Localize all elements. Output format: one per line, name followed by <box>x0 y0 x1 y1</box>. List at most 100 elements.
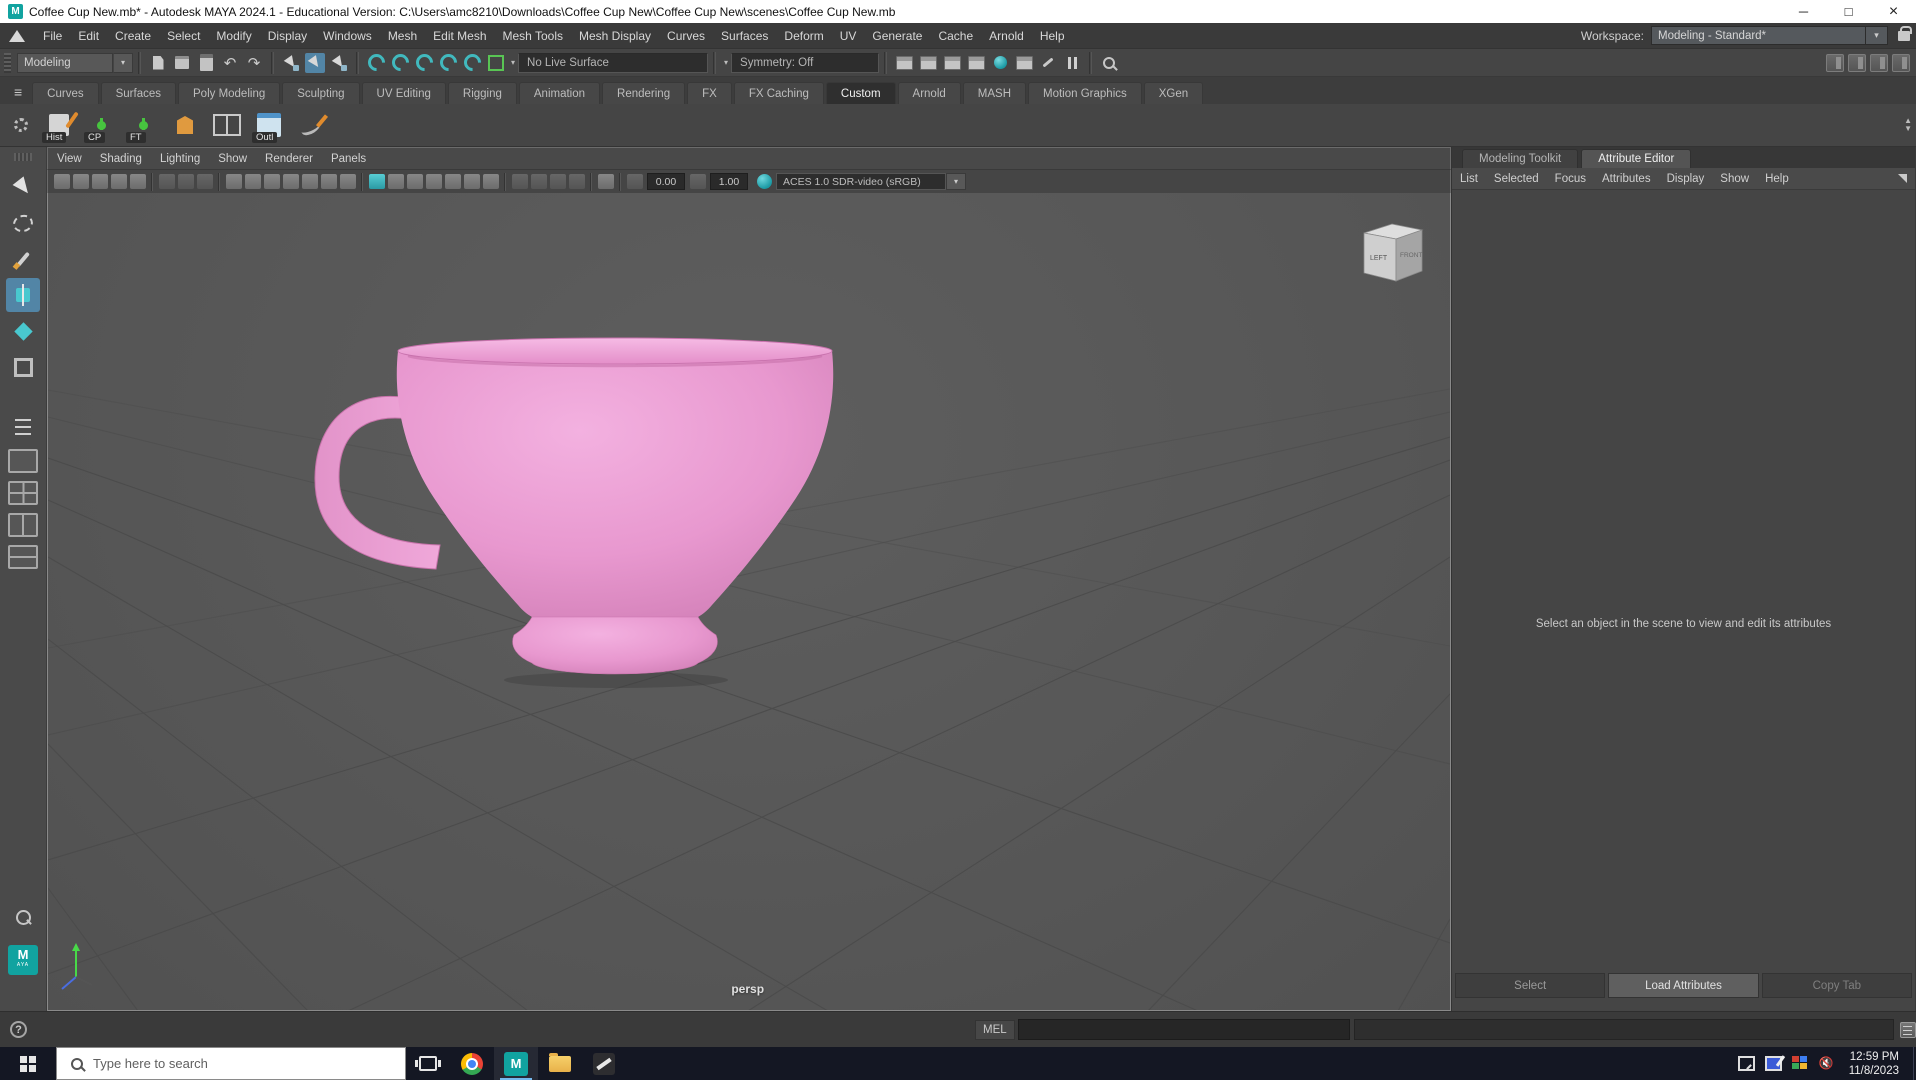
menu-mesh[interactable]: Mesh <box>380 25 425 47</box>
shelf-item-history[interactable]: Hist <box>40 106 78 144</box>
menu-select[interactable]: Select <box>159 25 208 47</box>
shelf-tab-rigging[interactable]: Rigging <box>448 82 517 104</box>
snap-together-icon[interactable] <box>197 174 213 189</box>
load-attributes-button[interactable]: Load Attributes <box>1608 973 1758 998</box>
viewport-menu-view[interactable]: View <box>48 151 91 167</box>
menu-mesh-tools[interactable]: Mesh Tools <box>495 25 571 47</box>
ae-menu-show[interactable]: Show <box>1712 171 1757 187</box>
close-button[interactable]: × <box>1871 0 1916 23</box>
shelf-item-curve[interactable] <box>292 106 330 144</box>
render-settings-icon[interactable] <box>966 53 986 73</box>
shelf-tab-fx-caching[interactable]: FX Caching <box>734 82 824 104</box>
grid-display-icon[interactable] <box>226 174 242 189</box>
live-surface-field[interactable]: No Live Surface <box>518 53 708 73</box>
gamma-icon[interactable] <box>690 174 706 189</box>
view-cube[interactable]: LEFT FRONT <box>1364 224 1422 281</box>
gamma-field[interactable]: 1.00 <box>710 173 748 190</box>
shelf-tab-motion-graphics[interactable]: Motion Graphics <box>1028 82 1142 104</box>
mel-command-input[interactable] <box>1018 1019 1350 1040</box>
start-button[interactable] <box>0 1047 56 1080</box>
film-gate-icon[interactable] <box>245 174 261 189</box>
menu-display[interactable]: Display <box>260 25 315 47</box>
toolbox-grip[interactable] <box>14 153 32 161</box>
select-tool-icon[interactable] <box>6 170 40 204</box>
shelf-tab-rendering[interactable]: Rendering <box>602 82 685 104</box>
color-management-icon[interactable] <box>757 174 772 189</box>
snap-more-icon[interactable]: ▾ <box>511 58 515 67</box>
field-chart-icon[interactable] <box>302 174 318 189</box>
ae-menu-selected[interactable]: Selected <box>1486 171 1547 187</box>
snap-point-icon[interactable] <box>414 53 434 73</box>
snap-projected-center-icon[interactable] <box>438 53 458 73</box>
render-current-frame-icon[interactable] <box>918 53 938 73</box>
hypershade-icon[interactable] <box>990 53 1010 73</box>
wireframe-icon[interactable] <box>388 174 404 189</box>
light-editor-icon[interactable] <box>1014 53 1034 73</box>
shadows-icon[interactable] <box>531 174 547 189</box>
shaded-icon[interactable] <box>407 174 423 189</box>
ae-menu-list[interactable]: List <box>1452 171 1486 187</box>
menu-uv[interactable]: UV <box>832 25 865 47</box>
isolate-select-icon[interactable] <box>598 174 614 189</box>
lighting-all-icon[interactable] <box>512 174 528 189</box>
layout-search-button[interactable] <box>6 900 40 934</box>
menu-generate[interactable]: Generate <box>864 25 930 47</box>
search-input[interactable] <box>91 1055 405 1072</box>
taskbar-search[interactable] <box>56 1047 406 1080</box>
wireframe-on-shaded-icon[interactable] <box>464 174 480 189</box>
motion-blur-icon[interactable] <box>569 174 585 189</box>
menu-file[interactable]: File <box>35 25 70 47</box>
menu-surfaces[interactable]: Surfaces <box>713 25 776 47</box>
snap-curve-icon[interactable] <box>390 53 410 73</box>
menu-modify[interactable]: Modify <box>208 25 259 47</box>
menu-edit[interactable]: Edit <box>70 25 107 47</box>
image-plane-icon[interactable] <box>130 174 146 189</box>
menu-cache[interactable]: Cache <box>930 25 981 47</box>
shelf-tab-xgen[interactable]: XGen <box>1144 82 1203 104</box>
toggle-modeling-toolkit-icon[interactable] <box>1892 54 1910 72</box>
shelf-menu-icon[interactable]: ≡ <box>14 84 22 100</box>
menu-deform[interactable]: Deform <box>776 25 831 47</box>
render-view-icon[interactable] <box>894 53 914 73</box>
gate-mask-icon[interactable] <box>283 174 299 189</box>
select-hierarchy-icon[interactable] <box>281 53 301 73</box>
view-transform-select[interactable]: ACES 1.0 SDR-video (sRGB) <box>776 173 946 190</box>
ae-menu-display[interactable]: Display <box>1659 171 1713 187</box>
tray-grid-icon[interactable] <box>1792 1056 1809 1071</box>
help-icon[interactable]: ? <box>10 1021 27 1038</box>
chrome-button[interactable] <box>450 1047 494 1080</box>
symmetry-field[interactable]: Symmetry: Off <box>731 53 879 73</box>
shelf-tab-arnold[interactable]: Arnold <box>898 82 961 104</box>
select-button[interactable]: Select <box>1455 973 1605 998</box>
tray-pen-settings-icon[interactable] <box>1765 1056 1782 1071</box>
menu-create[interactable]: Create <box>107 25 159 47</box>
minimize-button[interactable]: ─ <box>1781 0 1826 23</box>
workspace-dropdown-icon[interactable]: ▾ <box>1866 26 1888 45</box>
command-result-field[interactable] <box>1354 1019 1894 1040</box>
exposure-icon[interactable] <box>627 174 643 189</box>
viewport-menu-renderer[interactable]: Renderer <box>256 151 322 167</box>
sidebar-tab-attribute-editor[interactable]: Attribute Editor <box>1581 149 1691 168</box>
file-explorer-button[interactable] <box>538 1047 582 1080</box>
select-camera-icon[interactable] <box>54 174 70 189</box>
script-editor-icon[interactable] <box>1900 1022 1916 1038</box>
camera-attributes-icon[interactable] <box>92 174 108 189</box>
toggle-tool-settings-icon[interactable] <box>1848 54 1866 72</box>
taskbar-clock[interactable]: 12:59 PM 11/8/2023 <box>1849 1050 1899 1078</box>
bookmarks-icon[interactable] <box>111 174 127 189</box>
shelf-gear-icon[interactable] <box>14 118 28 132</box>
shelf-tab-sculpting[interactable]: Sculpting <box>282 82 359 104</box>
shelf-tab-surfaces[interactable]: Surfaces <box>101 82 176 104</box>
menu-edit-mesh[interactable]: Edit Mesh <box>425 25 494 47</box>
pinned-app-button[interactable] <box>582 1047 626 1080</box>
lasso-tool-icon[interactable] <box>6 206 40 240</box>
undo-icon[interactable] <box>220 53 240 73</box>
workspace-select[interactable]: Modeling - Standard* <box>1651 26 1866 45</box>
viewport-menu-show[interactable]: Show <box>209 151 256 167</box>
safe-action-icon[interactable] <box>321 174 337 189</box>
save-scene-icon[interactable] <box>196 53 216 73</box>
select-component-icon[interactable] <box>329 53 349 73</box>
statusline-grip[interactable] <box>4 53 11 73</box>
maximize-button[interactable]: □ <box>1826 0 1871 23</box>
snap-view-plane-icon[interactable] <box>462 53 482 73</box>
